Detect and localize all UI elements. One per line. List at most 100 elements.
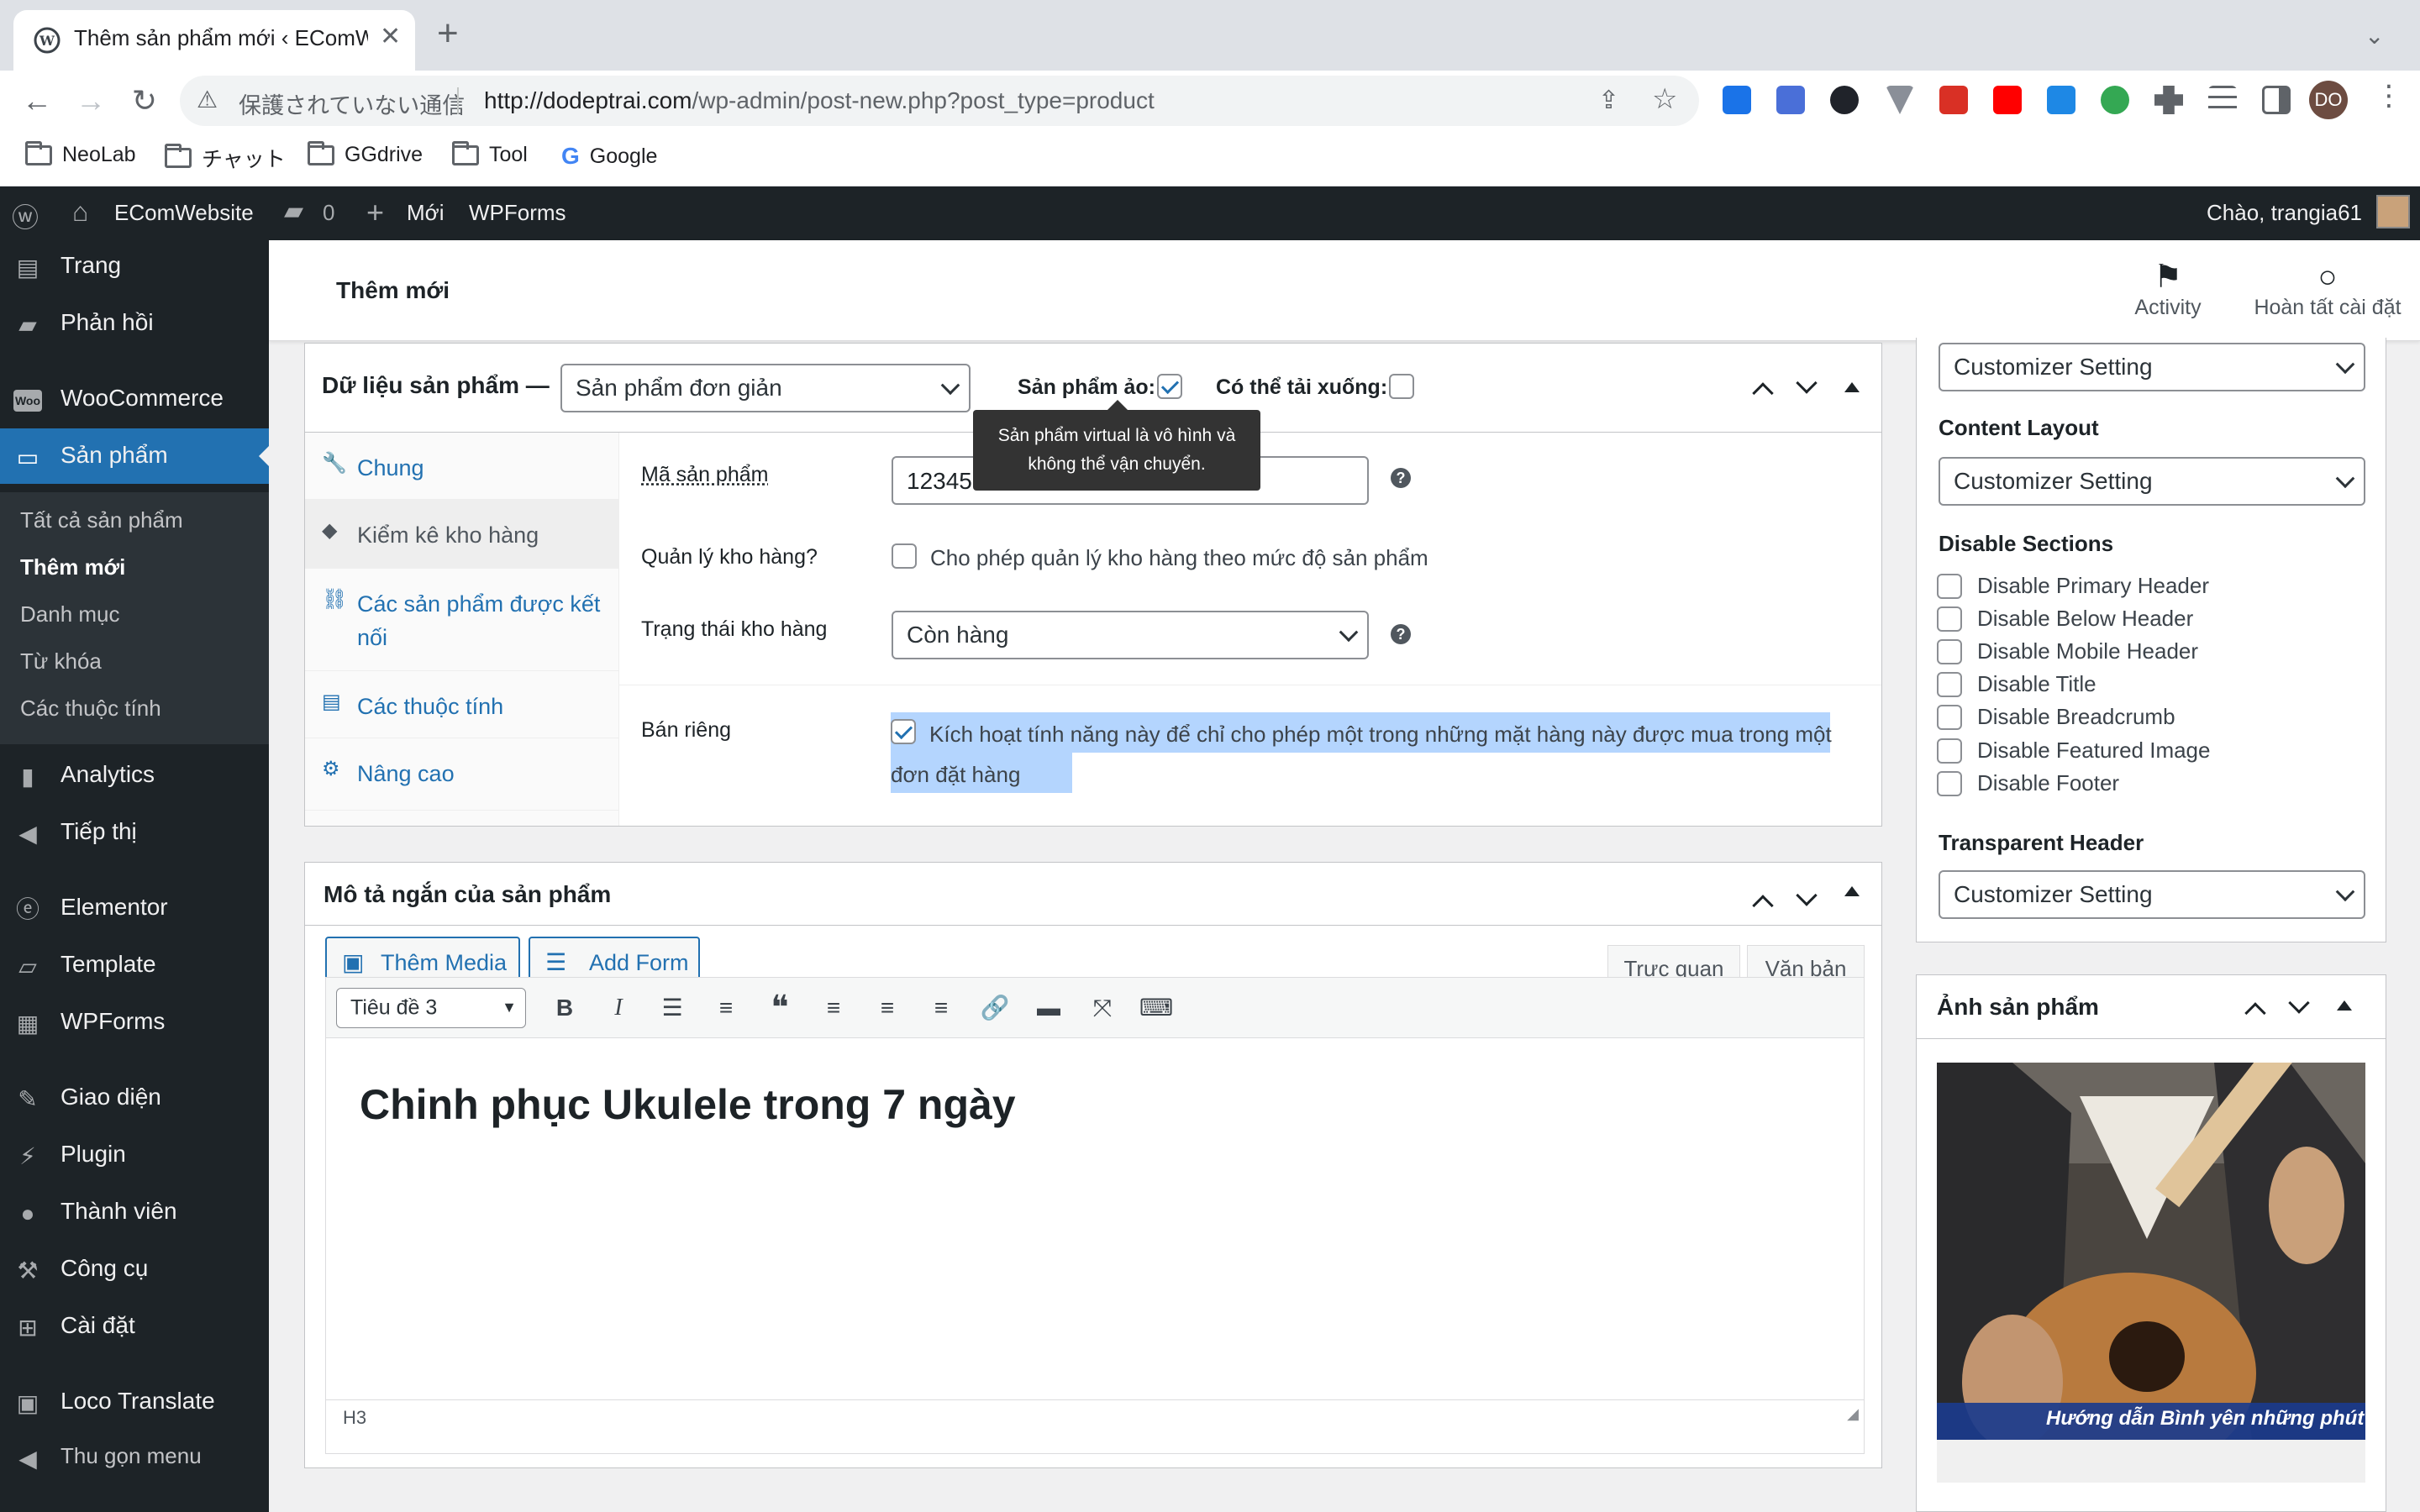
menu-users[interactable]: ● Thành viên <box>0 1184 269 1240</box>
stock-status-select[interactable]: Còn hàng <box>892 611 1369 659</box>
user-avatar[interactable] <box>2376 195 2410 228</box>
bullet-list-icon[interactable]: ☰ <box>655 991 689 1025</box>
youtube-extension-icon[interactable] <box>1993 86 2022 114</box>
close-tab-icon[interactable]: ✕ <box>380 22 401 51</box>
site-name-link[interactable]: EComWebsite <box>114 200 254 226</box>
disable-footer-option[interactable]: Disable Footer <box>1937 770 2119 796</box>
url-text[interactable]: http://dodeptrai.com/wp-admin/post-new.p… <box>484 87 1155 114</box>
fullscreen-icon[interactable]: ⤧ <box>1086 991 1119 1025</box>
extension-2-icon[interactable] <box>1776 86 1805 114</box>
checkbox[interactable] <box>1937 638 1962 664</box>
wpforms-link[interactable]: WPForms <box>469 200 566 226</box>
content-layout-select[interactable]: Customizer Setting <box>1939 457 2365 506</box>
submenu-attributes[interactable]: Các thuộc tính <box>20 696 161 722</box>
move-up-icon[interactable] <box>1752 895 1774 916</box>
bookmark-star-icon[interactable]: ☆ <box>1652 82 1677 116</box>
move-down-icon[interactable] <box>1796 885 1818 906</box>
checkbox[interactable] <box>1937 573 1962 599</box>
resize-handle-icon[interactable]: ◢ <box>1847 1405 1859 1423</box>
tab-advanced[interactable]: ⚙ Nâng cao <box>305 738 619 811</box>
menu-analytics[interactable]: ▮ Analytics <box>0 748 269 803</box>
extension-red-icon[interactable] <box>1939 86 1968 114</box>
tab-search-chevron-icon[interactable]: ⌄ <box>2365 22 2384 50</box>
disable-mobile-header-option[interactable]: Disable Mobile Header <box>1937 638 2198 664</box>
new-tab-icon[interactable]: + <box>437 15 459 52</box>
forward-icon[interactable]: → <box>71 81 111 121</box>
collapse-menu[interactable]: ◀ Thu gọn menu <box>0 1430 269 1485</box>
layout-select[interactable]: Customizer Setting <box>1939 343 2365 391</box>
align-center-icon[interactable]: ≡ <box>871 991 904 1025</box>
share-icon[interactable]: ⇪ <box>1598 86 1619 115</box>
howdy-user[interactable]: Chào, trangia61 <box>2207 200 2362 226</box>
menu-woocommerce[interactable]: Woo WooCommerce <box>0 371 269 427</box>
disable-breadcrumb-option[interactable]: Disable Breadcrumb <box>1937 704 2175 730</box>
extension-green-icon[interactable] <box>2101 86 2129 114</box>
activity-button[interactable]: ⚑ Activity <box>2109 259 2227 320</box>
move-up-icon[interactable] <box>2244 1002 2266 1024</box>
menu-tools[interactable]: ⚒ Công cụ <box>0 1242 269 1297</box>
product-image[interactable]: Hướng dẫn Bình yên những phút giây <box>1937 1063 2365 1483</box>
reload-icon[interactable]: ↻ <box>124 81 165 121</box>
menu-marketing[interactable]: ◀ Tiếp thị <box>0 805 269 860</box>
disable-primary-header-option[interactable]: Disable Primary Header <box>1937 573 2209 599</box>
submenu-tags[interactable]: Từ khóa <box>20 648 102 675</box>
menu-settings[interactable]: ⊞ Cài đặt <box>0 1299 269 1354</box>
browser-menu-icon[interactable]: ⋮ <box>2375 79 2403 113</box>
back-icon[interactable]: ← <box>17 81 57 121</box>
bookmark-google[interactable]: G Google <box>561 143 657 170</box>
tab-general[interactable]: 🔧 Chung <box>305 433 619 500</box>
link-icon[interactable]: 🔗 <box>978 991 1012 1025</box>
checkbox[interactable] <box>1937 606 1962 632</box>
tab-linked-products[interactable]: ⛓ Các sản phẩm được kết nối <box>305 569 619 671</box>
checkbox[interactable] <box>1937 671 1962 697</box>
menu-pages[interactable]: ▤ Trang <box>0 239 269 294</box>
browser-tab[interactable]: W Thêm sản phẩm mới ‹ EComWebsite ✕ <box>13 10 415 71</box>
disable-title-option[interactable]: Disable Title <box>1937 671 2096 697</box>
toggle-panel-icon[interactable] <box>1844 382 1860 392</box>
manage-stock-checkbox[interactable] <box>892 543 917 569</box>
address-bar[interactable]: ⚠ 保護されていない通信 http://dodeptrai.com/wp-adm… <box>180 76 1699 126</box>
editor-content[interactable]: Chinh phục Ukulele trong 7 ngày <box>326 1038 1864 1399</box>
bookmark-neolab[interactable]: NeoLab <box>25 140 136 167</box>
align-right-icon[interactable]: ≡ <box>924 991 958 1025</box>
menu-template[interactable]: ▱ Template <box>0 937 269 993</box>
checkbox[interactable] <box>1937 704 1962 730</box>
new-content-link[interactable]: Mới <box>407 200 444 226</box>
submenu-categories[interactable]: Danh mục <box>20 601 120 627</box>
bookmark-chat[interactable]: チャット <box>165 143 286 173</box>
menu-products[interactable]: ▭ Sản phẩm <box>0 428 269 484</box>
bold-icon[interactable]: B <box>548 991 581 1025</box>
menu-wpforms[interactable]: ▦ WPForms <box>0 995 269 1050</box>
disable-featured-image-option[interactable]: Disable Featured Image <box>1937 738 2210 764</box>
toolbar-toggle-icon[interactable]: ⌨ <box>1139 991 1173 1025</box>
extension-blue-icon[interactable] <box>2047 86 2075 114</box>
disable-below-header-option[interactable]: Disable Below Header <box>1937 606 2193 632</box>
help-icon[interactable]: ? <box>1391 624 1411 644</box>
reading-list-icon[interactable] <box>2208 86 2237 114</box>
finish-setup-button[interactable]: ○ Hoàn tất cài đặt <box>2235 259 2420 320</box>
checkbox[interactable] <box>1937 770 1962 796</box>
submenu-add-new[interactable]: Thêm mới <box>20 554 125 580</box>
bookmark-tool[interactable]: Tool <box>452 140 528 167</box>
side-panel-icon[interactable] <box>2262 86 2291 114</box>
move-down-icon[interactable] <box>2288 992 2310 1014</box>
toggle-panel-icon[interactable] <box>1844 886 1860 896</box>
italic-icon[interactable]: I <box>602 991 635 1025</box>
tab-inventory[interactable]: ◆ Kiểm kê kho hàng <box>305 500 619 569</box>
move-down-icon[interactable] <box>1796 372 1818 394</box>
profile-avatar[interactable]: DO <box>2309 81 2348 119</box>
menu-elementor[interactable]: ⓔ Elementor <box>0 880 269 936</box>
react-devtools-icon[interactable] <box>1830 86 1859 114</box>
downloadable-checkbox[interactable] <box>1389 374 1414 399</box>
format-select[interactable]: Tiêu đề 3 ▼ <box>336 988 526 1028</box>
tab-attributes[interactable]: ▤ Các thuộc tính <box>305 671 619 738</box>
wordpress-logo-icon[interactable]: ⓦ <box>12 197 39 235</box>
menu-plugins[interactable]: ⚡ Plugin <box>0 1127 269 1183</box>
toggle-panel-icon[interactable] <box>2337 1000 2352 1011</box>
checkbox[interactable] <box>1937 738 1962 764</box>
bookmark-ggdrive[interactable]: GGdrive <box>308 140 423 167</box>
extension-1-icon[interactable] <box>1723 86 1751 114</box>
submenu-all-products[interactable]: Tất cả sản phẩm <box>20 507 183 533</box>
comments-icon[interactable]: ▰ <box>284 197 303 226</box>
align-left-icon[interactable]: ≡ <box>817 991 850 1025</box>
